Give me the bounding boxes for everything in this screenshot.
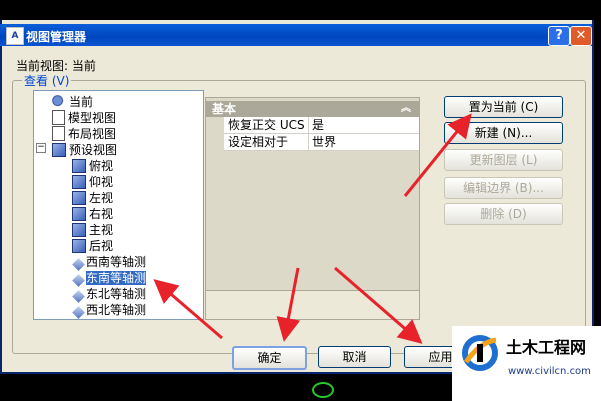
- arrow-to-apply: [334, 266, 423, 344]
- arrow-to-ok: [276, 267, 301, 342]
- arrow-to-se-iso: [153, 279, 223, 340]
- watermark: 土木工程网 www.civilcn.com: [452, 326, 601, 401]
- civilcn-logo-icon: [462, 335, 498, 371]
- watermark-brand: 土木工程网: [506, 338, 587, 357]
- arrow-to-set-current: [403, 113, 472, 197]
- watermark-url: www.civilcn.com: [508, 366, 591, 377]
